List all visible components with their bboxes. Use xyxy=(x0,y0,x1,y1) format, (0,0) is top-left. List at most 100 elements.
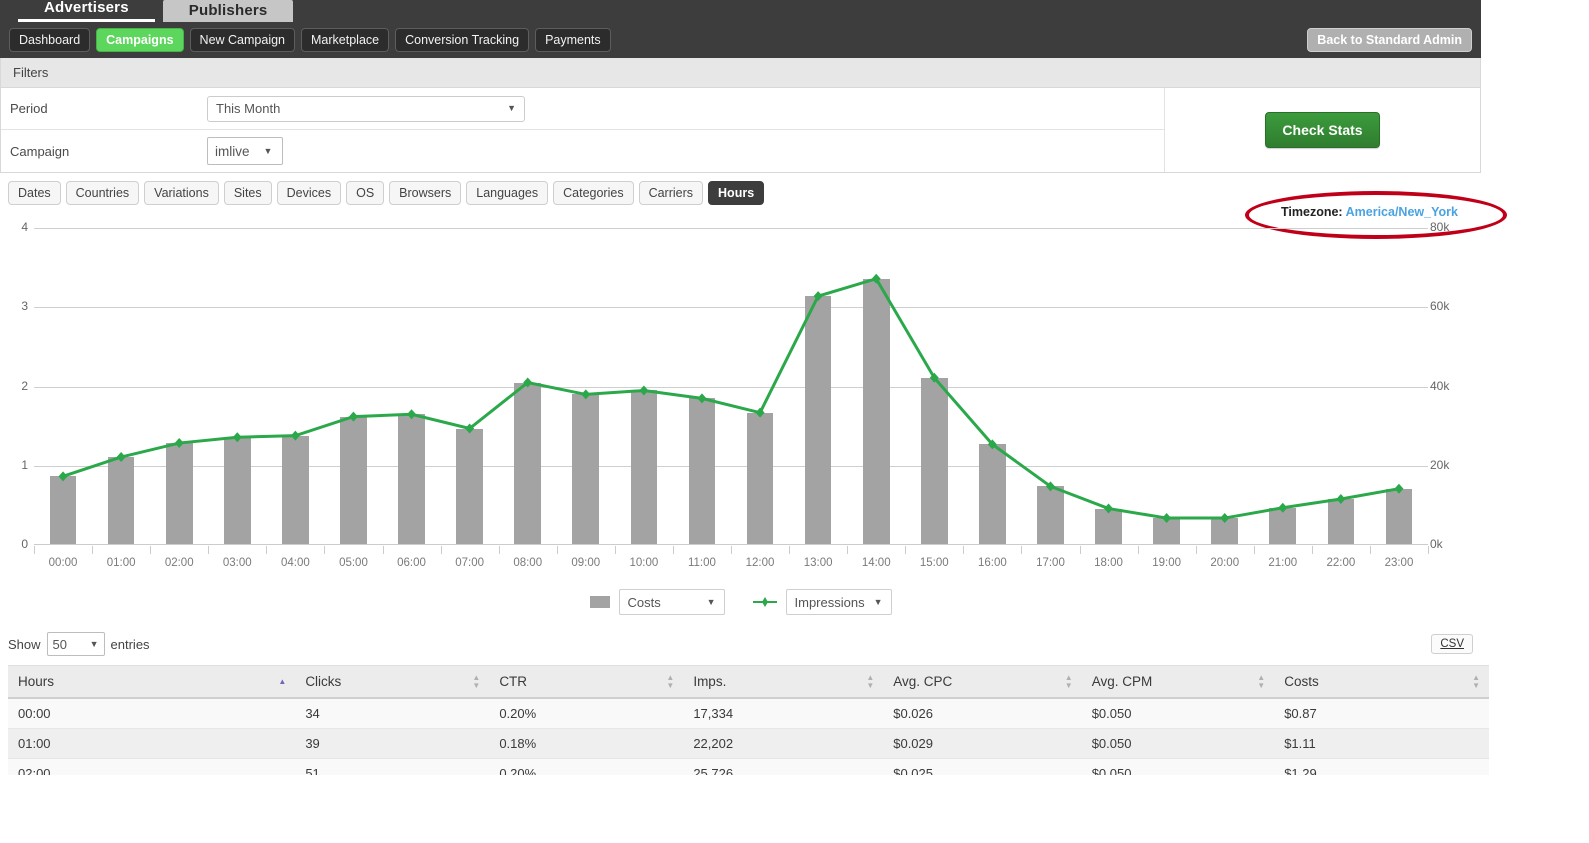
table-column-header[interactable]: Hours ▲ xyxy=(8,665,296,699)
chart-line-marker xyxy=(58,471,68,482)
table-cell: 00:00 xyxy=(8,698,296,729)
chart-x-tick xyxy=(1021,546,1023,554)
table-toolbar: Show 50 ▼ entries CSV xyxy=(0,631,1481,657)
chart-line-path xyxy=(62,276,1400,520)
chart-x-label: 06:00 xyxy=(397,557,426,569)
table-body: 00:00 34 0.20% 17,334 $0.026 $0.050 $0.87 01:00… xyxy=(8,698,1489,775)
chart-line-marker xyxy=(697,393,707,404)
chart-y-tick-right: 20k xyxy=(1430,457,1450,472)
table-cell: 51 xyxy=(295,758,490,775)
table-cell: $0.029 xyxy=(883,728,1082,759)
campaign-select-value: imlive xyxy=(215,143,250,159)
campaign-select[interactable]: imlive ▼ xyxy=(207,137,283,165)
chart-x-label: 22:00 xyxy=(1326,557,1356,569)
chart-x-tick xyxy=(1253,546,1255,554)
chart-line-impressions xyxy=(58,273,1404,524)
dimension-tab-os[interactable]: OS xyxy=(346,181,385,205)
chart-x-tick xyxy=(963,546,965,554)
chart-x-label: 19:00 xyxy=(1152,557,1182,569)
period-label: Period xyxy=(10,101,48,116)
chart-x-tick xyxy=(324,546,326,554)
campaign-label: Campaign xyxy=(10,143,70,159)
dimension-tab-countries[interactable]: Countries xyxy=(65,181,140,205)
table-cell: 39 xyxy=(295,728,490,759)
nav-button-campaigns[interactable]: Campaigns xyxy=(96,28,184,52)
table-row[interactable]: 02:00 51 0.20% 25,726 $0.025 $0.050 $1.29 xyxy=(8,758,1489,775)
table-column-header[interactable]: Clicks ▲ ▼ xyxy=(295,665,490,699)
chevron-down-icon: ▼ xyxy=(706,596,716,607)
app-tab-strip: Advertisers Publishers xyxy=(0,0,1481,22)
chevron-down-icon: ▼ xyxy=(89,638,99,649)
check-stats-button[interactable]: Check Stats xyxy=(1265,112,1380,148)
entries-per-page-select[interactable]: 50 ▼ xyxy=(46,632,105,656)
stats-chart: 0 1 2 3 4 0k 20k 40k 60k 80k 00:00 01:00 02:00 03:0… xyxy=(0,215,1481,595)
chart-y-tick-right: 0k xyxy=(1430,537,1443,551)
dimension-tab-categories[interactable]: Categories xyxy=(553,181,634,205)
table-cell: $1.29 xyxy=(1274,758,1489,775)
filters-body: Period This Month ▼ Campaign imlive ▼ Ch… xyxy=(1,88,1480,172)
chart-x-tick xyxy=(34,546,35,554)
chart-x-tick xyxy=(614,546,616,554)
top-navigation: Advertisers Publishers Dashboard Campaig… xyxy=(0,0,1481,58)
back-to-standard-admin-button[interactable]: Back to Standard Admin xyxy=(1307,28,1472,52)
nav-button-dashboard[interactable]: Dashboard xyxy=(9,28,91,52)
table-column-header[interactable]: CTR ▲ ▼ xyxy=(489,665,684,699)
app-tab-publishers[interactable]: Publishers xyxy=(162,0,294,22)
sort-toggle-icon: ▲ ▼ xyxy=(666,672,675,690)
nav-right-group: Back to Standard Admin xyxy=(1307,28,1472,52)
nav-button-marketplace[interactable]: Marketplace xyxy=(301,28,390,52)
table-row[interactable]: 01:00 39 0.18% 22,202 $0.029 $0.050 $1.11 xyxy=(8,728,1489,759)
dimension-tab-sites[interactable]: Sites xyxy=(223,181,272,205)
chart-x-label: 05:00 xyxy=(339,557,368,569)
table-cell: $0.026 xyxy=(883,698,1082,729)
chart-y-tick-left: 4 xyxy=(21,220,28,234)
period-select[interactable]: This Month ▼ xyxy=(207,95,525,122)
chart-x-label: 01:00 xyxy=(106,557,136,569)
chart-x-label: 23:00 xyxy=(1384,557,1414,569)
dimension-tab-hours[interactable]: Hours xyxy=(708,181,765,205)
table-column-header[interactable]: Imps. ▲ ▼ xyxy=(683,665,884,699)
chart-x-label: 21:00 xyxy=(1268,557,1298,569)
entries-per-page-value: 50 xyxy=(52,636,67,652)
table-column-header[interactable]: Avg. CPM ▲ ▼ xyxy=(1081,665,1275,699)
table-column-label: Clicks xyxy=(305,674,342,689)
nav-button-new-campaign[interactable]: New Campaign xyxy=(189,28,296,52)
nav-button-payments[interactable]: Payments xyxy=(535,28,611,52)
chart-x-tick xyxy=(1137,546,1139,554)
sort-toggle-icon: ▲ ▼ xyxy=(1472,672,1480,690)
chart-line-marker xyxy=(232,432,242,443)
chart-line-marker xyxy=(639,385,649,396)
dimension-tab-dates[interactable]: Dates xyxy=(8,181,61,205)
table-column-header[interactable]: Avg. CPC ▲ ▼ xyxy=(883,665,1082,699)
dimension-tab-variations[interactable]: Variations xyxy=(144,181,219,205)
chart-y-tick-right: 80k xyxy=(1430,220,1450,234)
line-swatch-icon xyxy=(752,597,777,607)
chart-x-label: 16:00 xyxy=(977,557,1007,569)
chart-x-label: 00:00 xyxy=(48,557,78,569)
chart-x-label: 02:00 xyxy=(164,557,194,569)
chart-x-label: 07:00 xyxy=(455,557,485,569)
chart-x-tick xyxy=(1428,546,1429,554)
table-column-label: Costs xyxy=(1284,674,1319,689)
chart-x-label: 03:00 xyxy=(222,557,252,569)
chart-y-tick-left: 0 xyxy=(21,537,28,551)
chart-line-marker xyxy=(1162,513,1172,524)
chevron-down-icon: ▼ xyxy=(263,145,273,156)
primary-nav-bar: Dashboard Campaigns New Campaign Marketp… xyxy=(0,22,1481,58)
table-cell: 02:00 xyxy=(8,758,296,775)
dimension-tab-devices[interactable]: Devices xyxy=(276,181,342,205)
dimension-tab-languages[interactable]: Languages xyxy=(466,181,549,205)
chart-x-label: 10:00 xyxy=(629,557,659,569)
dimension-tab-carriers[interactable]: Carriers xyxy=(638,181,704,205)
csv-export-button[interactable]: CSV xyxy=(1431,634,1473,654)
nav-button-conversion-tracking[interactable]: Conversion Tracking xyxy=(395,28,530,52)
table-column-header[interactable]: Costs ▲ ▼ xyxy=(1274,665,1489,699)
chart-y-tick-right: 60k xyxy=(1430,299,1450,314)
app-tab-advertisers[interactable]: Advertisers xyxy=(18,0,155,22)
table-row[interactable]: 00:00 34 0.20% 17,334 $0.026 $0.050 $0.87 xyxy=(8,698,1489,729)
table-cell: $0.87 xyxy=(1274,698,1489,729)
table-cell: $0.050 xyxy=(1081,758,1275,775)
table-cell: 01:00 xyxy=(8,728,296,759)
dimension-tab-browsers[interactable]: Browsers xyxy=(389,181,462,205)
table-column-label: Hours xyxy=(18,674,55,689)
